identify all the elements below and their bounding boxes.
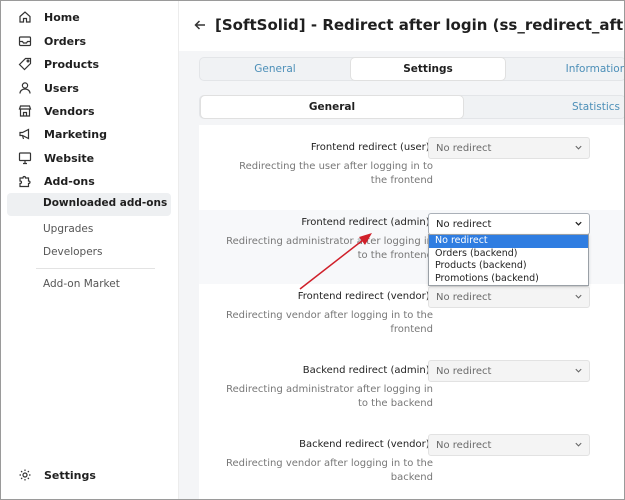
setting-row: Frontend redirect (vendor): Redirecting … [199, 284, 624, 358]
sidebar-item-marketing[interactable]: Marketing [1, 123, 107, 145]
sidebar-divider [36, 268, 155, 269]
sidebar-item-label: Home [44, 10, 80, 24]
sidebar-item-label: Marketing [44, 127, 108, 141]
inbox-icon [18, 34, 32, 48]
top-tab-bar: General Settings Information [199, 57, 624, 81]
sidebar-item-users[interactable]: Users [1, 77, 79, 99]
setting-row: Frontend redirect (user): Redirecting th… [199, 125, 624, 199]
sidebar: Home Orders Products Users Vendors Marke… [1, 1, 179, 499]
monitor-icon [18, 151, 32, 165]
back-arrow-icon[interactable] [193, 18, 207, 32]
backend-vendor-redirect-select[interactable]: No redirect [428, 434, 590, 456]
frontend-admin-redirect-select[interactable]: No redirect [428, 213, 590, 235]
setting-description: Redirecting the user after logging in to… [239, 161, 433, 186]
sidebar-item-label: Add-ons [44, 174, 95, 188]
chevron-down-icon [575, 442, 582, 447]
dropdown-option-products[interactable]: Products (backend) [429, 260, 588, 273]
sidebar-item-developers[interactable]: Developers [43, 242, 102, 262]
tab-settings[interactable]: Settings [351, 58, 505, 80]
select-value: No redirect [436, 365, 492, 377]
settings-form: Frontend redirect (user): Redirecting th… [199, 125, 624, 499]
chevron-down-icon [575, 294, 582, 299]
select-value: No redirect [436, 218, 492, 230]
setting-label: Frontend redirect (admin): [301, 217, 433, 228]
sidebar-item-label: Vendors [44, 104, 95, 118]
setting-row: Backend redirect (admin): Redirecting ad… [199, 358, 624, 432]
page-header: [SoftSolid] - Redirect after login (ss_r… [179, 1, 625, 51]
dropdown-option-orders[interactable]: Orders (backend) [429, 248, 588, 261]
sidebar-item-addon-market[interactable]: Add-on Market [43, 274, 120, 294]
chevron-down-icon [575, 145, 582, 150]
chevron-down-icon [575, 221, 582, 226]
tab-general[interactable]: General [200, 58, 350, 80]
tab-inner-general[interactable]: General [201, 96, 463, 118]
setting-description: Redirecting vendor after logging in to t… [225, 310, 433, 335]
tab-statistics[interactable]: Statistics [464, 96, 624, 118]
sidebar-item-label: Products [44, 57, 100, 71]
setting-label: Backend redirect (vendor): [299, 439, 433, 450]
tag-icon [18, 57, 32, 71]
setting-label: Frontend redirect (user): [310, 142, 433, 153]
select-value: No redirect [436, 142, 492, 154]
sidebar-item-vendors[interactable]: Vendors [1, 100, 95, 122]
puzzle-icon [18, 174, 32, 188]
setting-description: Redirecting vendor after logging in to t… [225, 458, 433, 483]
frontend-user-redirect-select[interactable]: No redirect [428, 137, 590, 159]
dropdown-option-no-redirect[interactable]: No redirect [429, 235, 588, 248]
chevron-down-icon [575, 368, 582, 373]
frontend-vendor-redirect-select[interactable]: No redirect [428, 286, 590, 308]
setting-label: Backend redirect (admin): [302, 365, 433, 376]
setting-description: Redirecting administrator after logging … [226, 384, 433, 409]
sidebar-item-products[interactable]: Products [1, 53, 99, 75]
select-value: No redirect [436, 291, 492, 303]
app-window: Home Orders Products Users Vendors Marke… [0, 0, 625, 500]
sidebar-item-downloaded-addons[interactable]: Downloaded add-ons [7, 193, 171, 216]
setting-row: Backend redirect (vendor): Redirecting v… [199, 432, 624, 499]
sidebar-item-website[interactable]: Website [1, 147, 94, 169]
gear-icon [18, 468, 32, 482]
dropdown-option-promotions[interactable]: Promotions (backend) [429, 273, 588, 286]
sidebar-item-label: Website [44, 151, 95, 165]
sidebar-item-label: Settings [44, 468, 96, 482]
redirect-options-dropdown: No redirect Orders (backend) Products (b… [428, 234, 589, 286]
setting-label: Frontend redirect (vendor): [297, 291, 433, 302]
sidebar-item-label: Users [44, 81, 79, 95]
sidebar-item-home[interactable]: Home [1, 6, 80, 28]
select-value: No redirect [436, 439, 492, 451]
sidebar-item-addons[interactable]: Add-ons [1, 170, 95, 192]
megaphone-icon [18, 127, 32, 141]
backend-admin-redirect-select[interactable]: No redirect [428, 360, 590, 382]
sidebar-item-orders[interactable]: Orders [1, 30, 86, 52]
sidebar-item-settings[interactable]: Settings [1, 464, 96, 486]
setting-description: Redirecting administrator after logging … [226, 236, 433, 261]
home-icon [18, 10, 32, 24]
inner-tab-bar: General Statistics [199, 95, 624, 119]
sidebar-item-label: Downloaded add-ons [43, 197, 168, 209]
sidebar-item-label: Orders [44, 34, 87, 48]
tab-information[interactable]: Information [506, 58, 624, 80]
sidebar-item-upgrades[interactable]: Upgrades [43, 219, 93, 239]
page-title: [SoftSolid] - Redirect after login (ss_r… [215, 16, 625, 34]
user-icon [18, 81, 32, 95]
store-icon [18, 104, 32, 118]
